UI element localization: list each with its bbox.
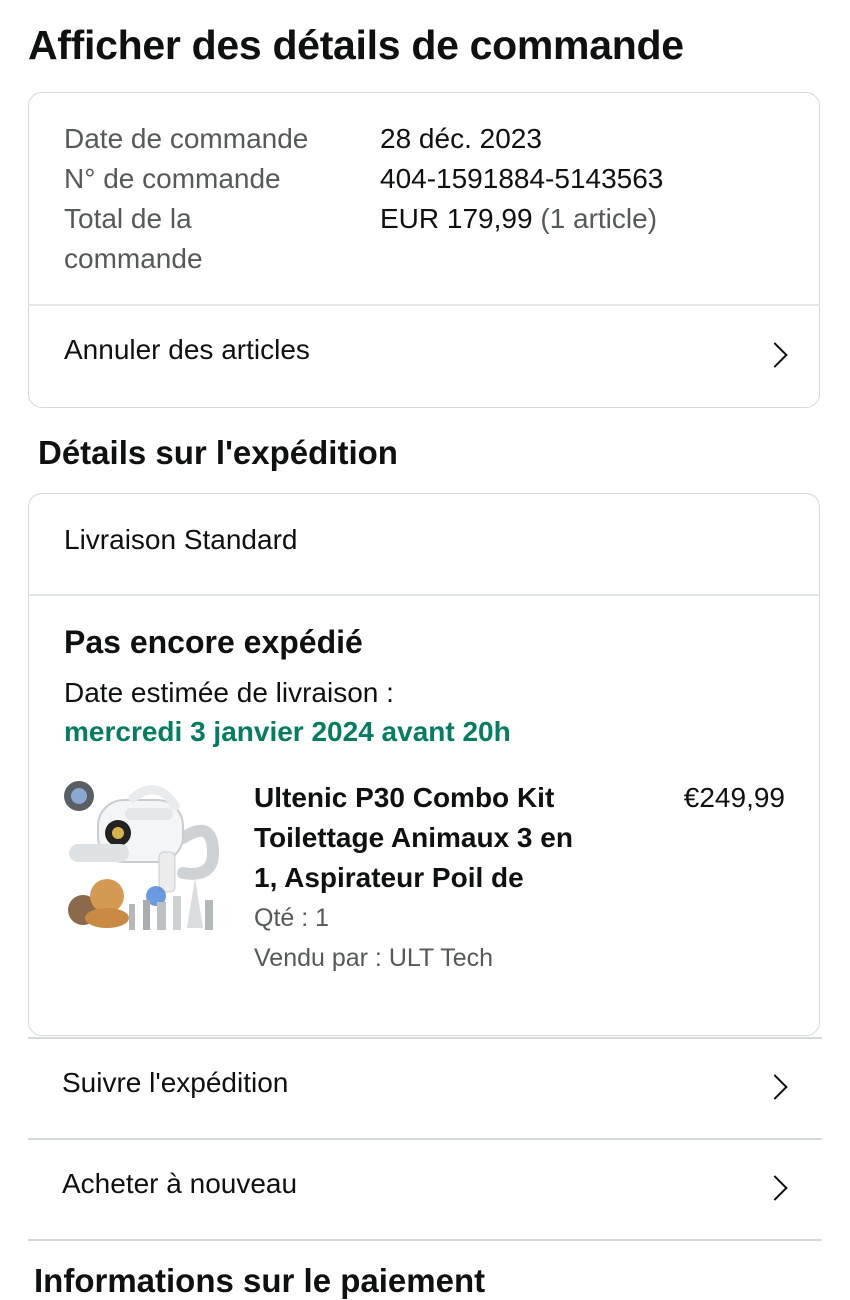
product-info: Ultenic P30 Combo Kit Toilettage Animaux… <box>254 778 614 978</box>
cancel-items-label: Annuler des articles <box>64 334 310 365</box>
buy-again-row[interactable]: Acheter à nouveau <box>28 1140 822 1239</box>
chevron-right-icon <box>762 1175 788 1201</box>
product-thumbnail[interactable] <box>63 778 220 934</box>
shipping-method: Livraison Standard <box>64 524 298 555</box>
shipping-divider <box>29 594 819 596</box>
product-image-icon <box>64 781 220 930</box>
shipment-status: Pas encore expédié <box>64 624 363 660</box>
product-title-line1[interactable]: Ultenic P30 Combo Kit <box>254 778 614 818</box>
chevron-right-icon <box>762 342 788 368</box>
delivery-estimate-label: Date estimée de livraison : <box>64 677 394 708</box>
order-total-amount: EUR 179,99 <box>380 203 533 234</box>
page-title: Afficher des détails de commande <box>28 22 684 68</box>
order-total-items: (1 article) <box>540 203 658 234</box>
order-date-label: Date de commande <box>64 123 309 154</box>
product-price: €249,99 <box>683 782 785 813</box>
delivery-estimate-date: mercredi 3 janvier 2024 avant 20h <box>64 716 511 747</box>
buy-again-label: Acheter à nouveau <box>62 1168 298 1199</box>
order-total-label-line1: Total de la <box>64 203 192 234</box>
track-shipment-label: Suivre l'expédition <box>62 1067 289 1098</box>
order-number-label: N° de commande <box>64 163 281 194</box>
order-total-value: EUR 179,99 (1 article) <box>380 199 657 239</box>
product-quantity: Qté : 1 <box>254 904 330 932</box>
order-summary-card: Date de commande 28 déc. 2023 N° de comm… <box>28 92 820 408</box>
track-shipment-row[interactable]: Suivre l'expédition <box>28 1039 822 1138</box>
order-total-label-line2: commande <box>64 243 203 274</box>
product-title-line3[interactable]: 1, Aspirateur Poil de <box>254 858 614 898</box>
cancel-items-row[interactable]: Annuler des articles <box>29 305 819 405</box>
shipping-section-title: Détails sur l'expédition <box>38 434 398 471</box>
order-number-value: 404-1591884-5143563 <box>380 163 664 194</box>
product-seller: Vendu par : ULT Tech <box>254 944 494 972</box>
product-title-line2[interactable]: Toilettage Animaux 3 en <box>254 818 614 858</box>
chevron-right-icon <box>762 1074 788 1100</box>
shipping-card: Livraison Standard Pas encore expédié Da… <box>28 493 820 1036</box>
actions-divider-bottom <box>28 1239 822 1241</box>
order-date-value: 28 déc. 2023 <box>380 123 542 154</box>
payment-section-title: Informations sur le paiement <box>34 1262 486 1299</box>
